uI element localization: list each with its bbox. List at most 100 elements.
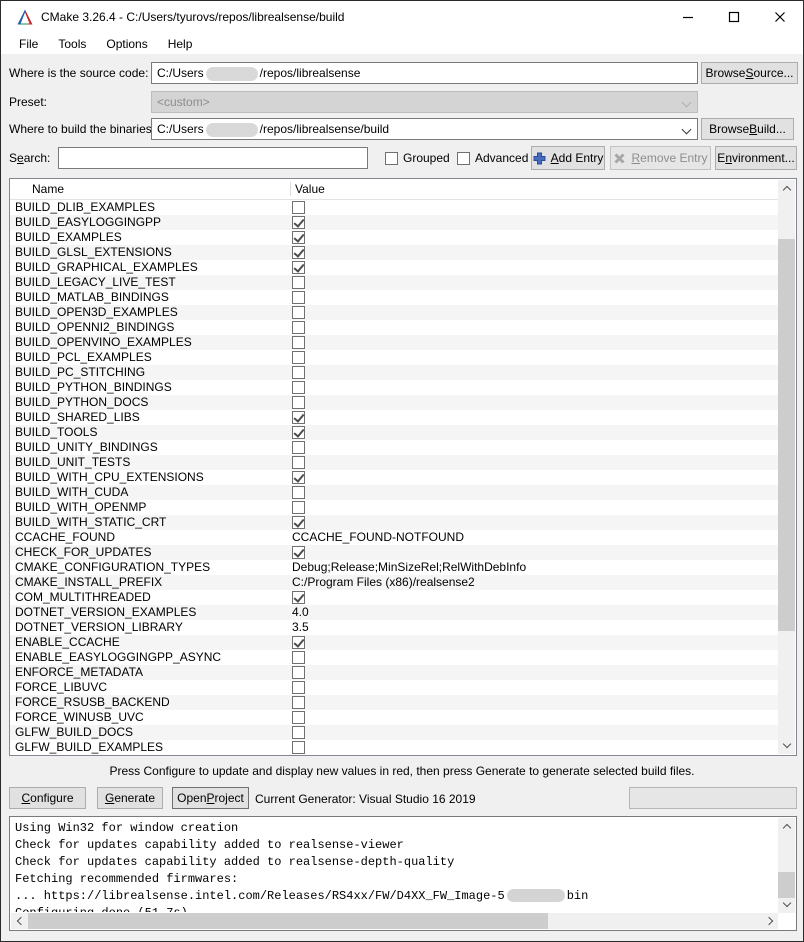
table-row[interactable]: GLFW_BUILD_DOCS <box>10 725 778 740</box>
name-column-header[interactable]: Name <box>32 179 64 200</box>
scroll-right-button[interactable] <box>762 913 778 929</box>
value-column-header[interactable]: Value <box>295 179 325 200</box>
table-row[interactable]: BUILD_GLSL_EXTENSIONS <box>10 245 778 260</box>
variable-checkbox[interactable] <box>292 306 305 319</box>
variable-value[interactable]: 3.5 <box>292 620 309 635</box>
table-row[interactable]: BUILD_UNIT_TESTS <box>10 455 778 470</box>
table-row[interactable]: BUILD_WITH_OPENMP <box>10 500 778 515</box>
table-row[interactable]: BUILD_DLIB_EXAMPLES <box>10 200 778 215</box>
variable-checkbox[interactable] <box>292 456 305 469</box>
table-row[interactable]: FORCE_RSUSB_BACKEND <box>10 695 778 710</box>
variable-checkbox[interactable] <box>292 591 305 604</box>
table-row[interactable]: BUILD_OPENVINO_EXAMPLES <box>10 335 778 350</box>
variable-checkbox[interactable] <box>292 216 305 229</box>
advanced-checkbox[interactable] <box>457 152 470 165</box>
variable-checkbox[interactable] <box>292 246 305 259</box>
variable-checkbox[interactable] <box>292 441 305 454</box>
variable-value[interactable]: 4.0 <box>292 605 309 620</box>
table-row[interactable]: COM_MULTITHREADED <box>10 590 778 605</box>
table-row[interactable]: BUILD_WITH_CPU_EXTENSIONS <box>10 470 778 485</box>
variable-checkbox[interactable] <box>292 516 305 529</box>
variable-checkbox[interactable] <box>292 366 305 379</box>
grouped-checkbox[interactable] <box>385 152 398 165</box>
grouped-checkbox-group[interactable]: Grouped <box>385 151 450 165</box>
variable-checkbox[interactable] <box>292 636 305 649</box>
variable-checkbox[interactable] <box>292 501 305 514</box>
console-horizontal-scrollbar[interactable] <box>11 913 778 929</box>
variable-value[interactable]: CCACHE_FOUND-NOTFOUND <box>292 530 464 545</box>
table-vertical-scrollbar[interactable] <box>778 180 795 754</box>
advanced-checkbox-group[interactable]: Advanced <box>457 151 528 165</box>
variable-checkbox[interactable] <box>292 321 305 334</box>
add-entry-button[interactable]: Add Entry <box>531 146 605 170</box>
variable-checkbox[interactable] <box>292 471 305 484</box>
table-row[interactable]: ENFORCE_METADATA <box>10 665 778 680</box>
menu-file[interactable]: File <box>9 33 48 54</box>
table-row[interactable]: BUILD_MATLAB_BINDINGS <box>10 290 778 305</box>
variable-checkbox[interactable] <box>292 651 305 664</box>
variable-checkbox[interactable] <box>292 711 305 724</box>
menu-options[interactable]: Options <box>96 33 157 54</box>
table-row[interactable]: BUILD_OPENNI2_BINDINGS <box>10 320 778 335</box>
table-row[interactable]: DOTNET_VERSION_EXAMPLES4.0 <box>10 605 778 620</box>
scroll-down-button[interactable] <box>778 896 795 913</box>
variable-checkbox[interactable] <box>292 486 305 499</box>
variable-checkbox[interactable] <box>292 381 305 394</box>
open-project-button[interactable]: Open Project <box>172 787 249 809</box>
table-row[interactable]: BUILD_SHARED_LIBS <box>10 410 778 425</box>
variable-checkbox[interactable] <box>292 696 305 709</box>
variable-checkbox[interactable] <box>292 426 305 439</box>
variable-checkbox[interactable] <box>292 726 305 739</box>
table-row[interactable]: BUILD_PYTHON_DOCS <box>10 395 778 410</box>
table-row[interactable]: FORCE_LIBUVC <box>10 680 778 695</box>
menu-tools[interactable]: Tools <box>48 33 96 54</box>
variable-checkbox[interactable] <box>292 666 305 679</box>
variable-checkbox[interactable] <box>292 276 305 289</box>
variable-checkbox[interactable] <box>292 201 305 214</box>
build-binaries-combo[interactable]: C:/Users/repos/librealsense/build <box>151 118 698 140</box>
remove-entry-button[interactable]: Remove Entry <box>610 146 711 170</box>
source-code-field[interactable]: C:/Users/repos/librealsense <box>151 62 698 84</box>
table-row[interactable]: BUILD_WITH_STATIC_CRT <box>10 515 778 530</box>
console-vertical-scrollbar[interactable] <box>778 818 795 913</box>
menu-help[interactable]: Help <box>158 33 203 54</box>
table-row[interactable]: BUILD_EXAMPLES <box>10 230 778 245</box>
table-row[interactable]: BUILD_UNITY_BINDINGS <box>10 440 778 455</box>
table-row[interactable]: BUILD_EASYLOGGINGPP <box>10 215 778 230</box>
table-row[interactable]: BUILD_TOOLS <box>10 425 778 440</box>
browse-build-button[interactable]: Browse Build... <box>701 118 794 140</box>
generate-button[interactable]: Generate <box>97 787 163 809</box>
table-row[interactable]: CCACHE_FOUNDCCACHE_FOUND-NOTFOUND <box>10 530 778 545</box>
table-row[interactable]: ENABLE_CCACHE <box>10 635 778 650</box>
variable-checkbox[interactable] <box>292 231 305 244</box>
scroll-down-button[interactable] <box>778 737 795 754</box>
variable-checkbox[interactable] <box>292 291 305 304</box>
search-input[interactable] <box>58 147 368 169</box>
scrollbar-thumb[interactable] <box>778 239 795 631</box>
variable-checkbox[interactable] <box>292 546 305 559</box>
output-log[interactable]: Using Win32 for window creationCheck for… <box>11 818 778 912</box>
browse-source-button[interactable]: Browse Source... <box>701 62 798 84</box>
table-row[interactable]: DOTNET_VERSION_LIBRARY3.5 <box>10 620 778 635</box>
table-row[interactable]: BUILD_WITH_CUDA <box>10 485 778 500</box>
variable-checkbox[interactable] <box>292 741 305 754</box>
table-row[interactable]: BUILD_LEGACY_LIVE_TEST <box>10 275 778 290</box>
table-row[interactable]: GLFW_BUILD_EXAMPLES <box>10 740 778 755</box>
variable-value[interactable]: C:/Program Files (x86)/realsense2 <box>292 575 475 590</box>
minimize-button[interactable] <box>665 1 711 33</box>
variable-checkbox[interactable] <box>292 681 305 694</box>
table-row[interactable]: BUILD_PC_STITCHING <box>10 365 778 380</box>
scroll-up-button[interactable] <box>778 180 795 197</box>
variable-checkbox[interactable] <box>292 261 305 274</box>
maximize-button[interactable] <box>711 1 757 33</box>
scrollbar-thumb[interactable] <box>778 872 795 898</box>
table-row[interactable]: CHECK_FOR_UPDATES <box>10 545 778 560</box>
table-row[interactable]: FORCE_WINUSB_UVC <box>10 710 778 725</box>
scroll-up-button[interactable] <box>778 818 795 835</box>
table-row[interactable]: BUILD_GRAPHICAL_EXAMPLES <box>10 260 778 275</box>
scrollbar-thumb[interactable] <box>28 913 548 929</box>
variable-checkbox[interactable] <box>292 411 305 424</box>
chevron-down-icon[interactable] <box>682 125 692 135</box>
table-row[interactable]: CMAKE_INSTALL_PREFIXC:/Program Files (x8… <box>10 575 778 590</box>
variable-checkbox[interactable] <box>292 336 305 349</box>
